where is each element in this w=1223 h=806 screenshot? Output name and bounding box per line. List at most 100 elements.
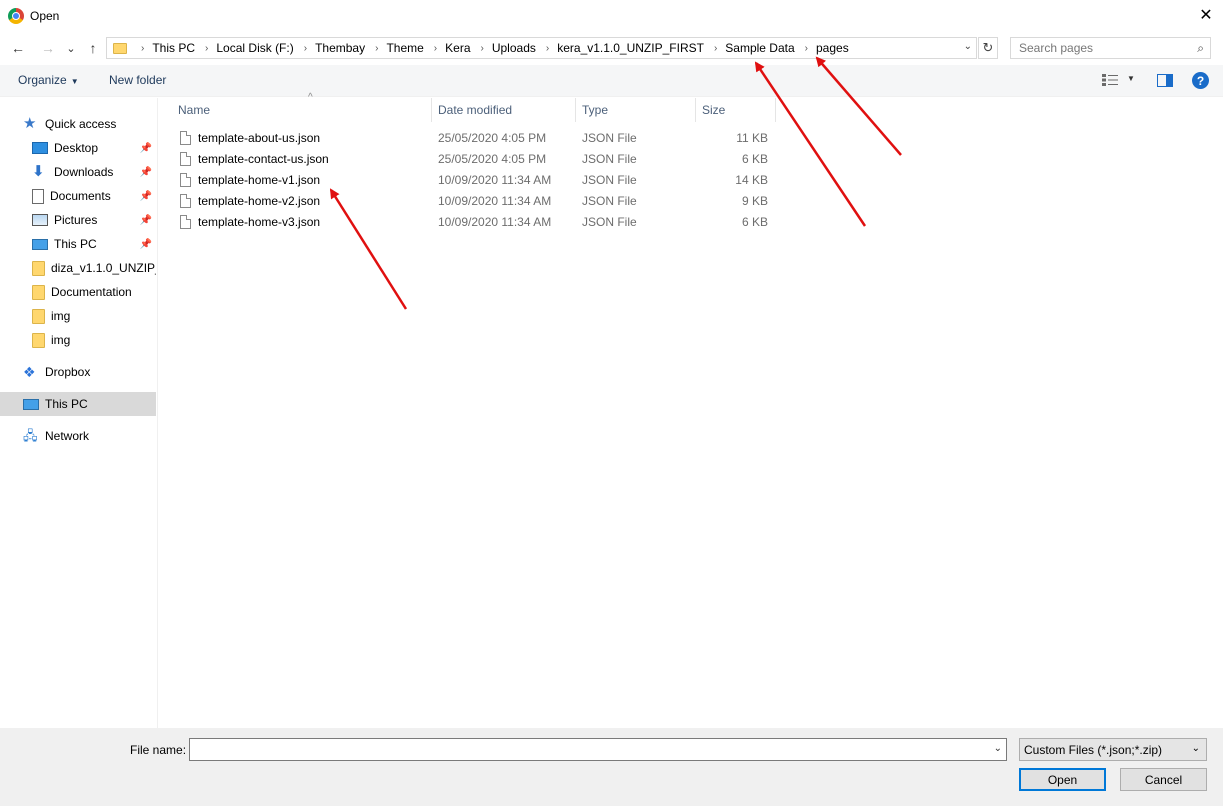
file-name: template-home-v3.json	[198, 215, 321, 229]
pin-icon[interactable]: 📌	[140, 239, 152, 250]
sidebar-item-label: diza_v1.1.0_UNZIP_FIRST	[51, 261, 156, 275]
file-type: JSON File	[582, 194, 637, 208]
search-input[interactable]: Search pages ⌕	[1010, 37, 1211, 59]
file-type-value: Custom Files (*.json;*.zip)	[1024, 743, 1163, 757]
file-type: JSON File	[582, 215, 637, 229]
file-row[interactable]: template-home-v1.json 10/09/2020 11:34 AM…	[176, 170, 776, 191]
breadcrumb-item[interactable]: pages	[816, 41, 849, 55]
sidebar-item-this-pc[interactable]: This PC 📌	[0, 232, 156, 256]
file-icon	[180, 215, 191, 229]
breadcrumb-item[interactable]: Sample Data	[725, 41, 794, 55]
file-name-label: File name:	[130, 743, 187, 757]
breadcrumb-item[interactable]: Thembay	[315, 41, 365, 55]
chevron-down-icon[interactable]: ⌄	[964, 41, 972, 52]
new-folder-button[interactable]: New folder	[109, 73, 166, 87]
chevron-right-icon[interactable]: ›	[205, 43, 208, 54]
desktop-icon	[32, 142, 48, 154]
sidebar-item-img[interactable]: img	[0, 304, 156, 328]
back-arrow-icon[interactable]: ←	[10, 38, 26, 58]
column-header-date[interactable]: Date modified	[432, 98, 576, 122]
sidebar-item-quick-access[interactable]: ★ Quick access	[0, 112, 156, 136]
file-size: 6 KB	[741, 152, 768, 166]
navigation-pane: ★ Quick access Desktop 📌 ⬇ Downloads 📌 Document…	[0, 98, 158, 728]
column-header-size[interactable]: Size	[696, 98, 776, 122]
column-header-type[interactable]: Type	[576, 98, 696, 122]
pictures-icon	[32, 214, 48, 226]
dropbox-icon: ❖	[23, 364, 36, 380]
file-size: 11 KB	[736, 131, 768, 145]
sidebar-item-this-pc[interactable]: This PC	[0, 392, 156, 416]
star-icon: ★	[23, 115, 37, 132]
organize-button[interactable]: Organize ▼	[18, 73, 79, 87]
file-dialog-footer: File name: ⌄ Custom Files (*.json;*.zip)…	[0, 728, 1223, 806]
chevron-right-icon[interactable]: ›	[141, 43, 144, 54]
folder-icon	[113, 42, 127, 54]
breadcrumb-item[interactable]: kera_v1.1.0_UNZIP_FIRST	[557, 41, 704, 55]
refresh-icon[interactable]: ↻	[978, 37, 998, 59]
chevron-down-icon: ⌄	[1191, 743, 1200, 754]
chevron-down-icon[interactable]: ⌄	[994, 743, 1002, 754]
sidebar-item-label: Quick access	[45, 117, 117, 131]
chevron-right-icon[interactable]: ›	[375, 43, 378, 54]
sidebar-item-pictures[interactable]: Pictures 📌	[0, 208, 156, 232]
breadcrumb-item[interactable]: Uploads	[492, 41, 536, 55]
breadcrumb-item[interactable]: Kera	[445, 41, 470, 55]
sidebar-item-documents[interactable]: Documents 📌	[0, 184, 156, 208]
details-view-icon[interactable]	[1102, 74, 1118, 86]
open-button[interactable]: Open	[1019, 768, 1106, 791]
pc-icon	[32, 238, 48, 250]
file-size: 14 KB	[735, 173, 768, 187]
forward-arrow-icon[interactable]: →	[40, 38, 56, 58]
view-options-arrow-icon[interactable]: ▼	[1127, 74, 1135, 83]
dropdown-arrow-icon: ▼	[70, 77, 79, 86]
sidebar-item-label: Dropbox	[45, 365, 91, 379]
sidebar-item-label: This PC	[54, 237, 97, 251]
file-row[interactable]: template-home-v3.json 10/09/2020 11:34 AM…	[176, 212, 776, 233]
file-row[interactable]: template-home-v2.json 10/09/2020 11:34 AM…	[176, 191, 776, 212]
chevron-right-icon[interactable]: ›	[481, 43, 484, 54]
breadcrumb-item[interactable]: Local Disk (F:)	[216, 41, 293, 55]
breadcrumb-item[interactable]: Theme	[386, 41, 423, 55]
sort-ascending-icon: ^	[308, 92, 313, 103]
file-row[interactable]: template-contact-us.json 25/05/2020 4:05 …	[176, 149, 776, 170]
pin-icon[interactable]: 📌	[140, 167, 152, 178]
cancel-button[interactable]: Cancel	[1120, 768, 1207, 791]
chevron-right-icon[interactable]: ›	[805, 43, 808, 54]
file-date: 10/09/2020 11:34 AM	[438, 215, 552, 229]
file-type-select[interactable]: Custom Files (*.json;*.zip) ⌄	[1019, 738, 1207, 761]
chevron-right-icon[interactable]: ›	[546, 43, 549, 54]
sidebar-item-label: img	[51, 333, 71, 347]
file-row[interactable]: template-about-us.json 25/05/2020 4:05 PM…	[176, 128, 776, 149]
file-date: 25/05/2020 4:05 PM	[438, 152, 547, 166]
file-name: template-contact-us.json	[198, 152, 329, 166]
sidebar-item-diza-v1-1-0-unzip-first[interactable]: diza_v1.1.0_UNZIP_FIRST	[0, 256, 156, 280]
sidebar-item-network[interactable]: 🖧 Network	[0, 424, 156, 448]
documents-icon	[32, 188, 44, 204]
sidebar-item-downloads[interactable]: ⬇ Downloads 📌	[0, 160, 156, 184]
chevron-right-icon[interactable]: ›	[434, 43, 437, 54]
breadcrumb-item[interactable]: This PC	[152, 41, 195, 55]
file-type: JSON File	[582, 131, 637, 145]
sidebar-item-desktop[interactable]: Desktop 📌	[0, 136, 156, 160]
chevron-right-icon[interactable]: ›	[714, 43, 717, 54]
close-icon[interactable]: ✕	[1189, 0, 1223, 30]
up-arrow-icon[interactable]: ↑	[85, 38, 101, 58]
sidebar-item-documentation[interactable]: Documentation	[0, 280, 156, 304]
pin-icon[interactable]: 📌	[140, 215, 152, 226]
pin-icon[interactable]: 📌	[140, 191, 152, 202]
chrome-icon	[8, 8, 24, 24]
preview-pane-icon[interactable]	[1157, 74, 1173, 87]
address-bar[interactable]: › This PC › Local Disk (F:) › Thembay › Theme › K…	[106, 37, 977, 59]
organize-label: Organize	[18, 73, 67, 87]
download-icon: ⬇	[32, 163, 45, 180]
pin-icon[interactable]: 📌	[140, 143, 152, 154]
sidebar-item-dropbox[interactable]: ❖ Dropbox	[0, 360, 156, 384]
recent-locations-icon[interactable]: ⌄	[64, 38, 78, 58]
sidebar-item-img[interactable]: img	[0, 328, 156, 352]
file-list: Name ^ Date modified Type Size template-…	[160, 92, 1223, 728]
file-name-input[interactable]: ⌄	[189, 738, 1007, 761]
column-header-name[interactable]: Name ^	[172, 92, 432, 122]
title-bar: Open ✕	[0, 0, 1223, 32]
help-icon[interactable]: ?	[1192, 72, 1209, 89]
chevron-right-icon[interactable]: ›	[304, 43, 307, 54]
